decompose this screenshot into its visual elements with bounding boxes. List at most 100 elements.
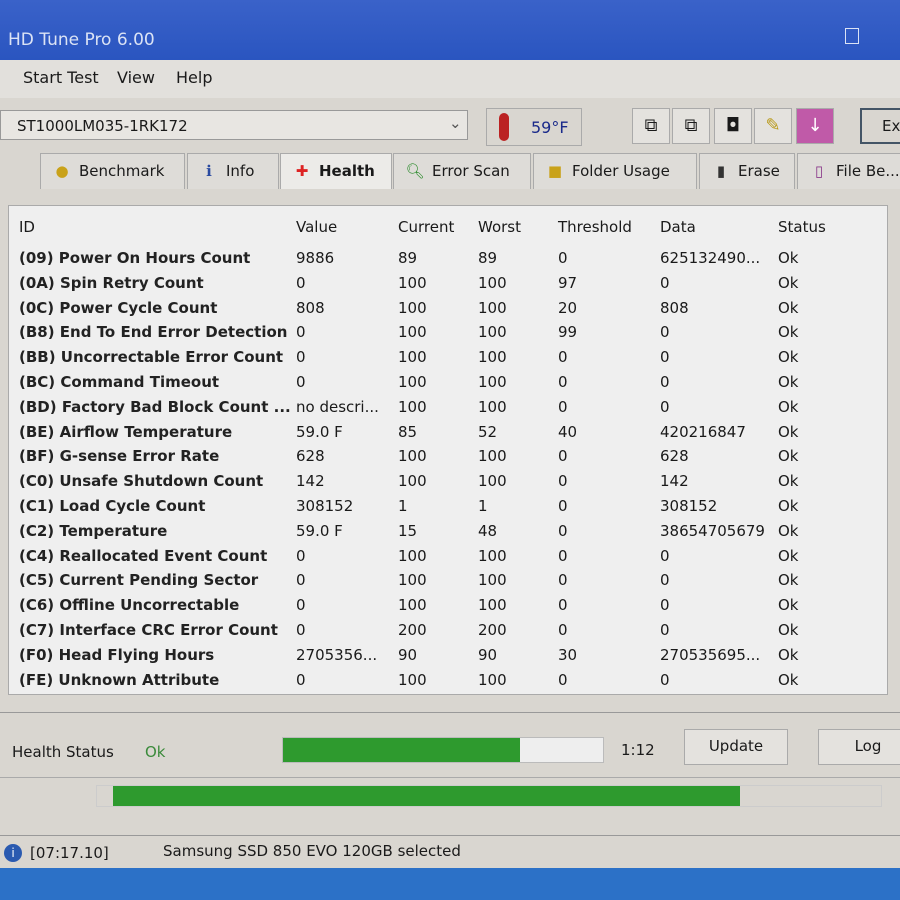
status-cell: Ok	[778, 249, 799, 267]
worst-cell: 100	[478, 571, 507, 590]
column-header[interactable]: Current	[398, 218, 454, 236]
menu-start-test[interactable]: Start Test	[23, 68, 99, 87]
threshold-cell: 0	[558, 348, 568, 367]
log-button[interactable]: Log	[818, 729, 900, 765]
lightbulb-icon: ●	[55, 162, 69, 180]
data-cell: 0	[660, 273, 670, 292]
table-row[interactable]: (09) Power On Hours Count 9886 89 89 0 625132…	[9, 249, 887, 273]
attribute-id-cell: (BD) Factory Bad Block Count ...	[19, 397, 291, 416]
table-row[interactable]: (C2) Temperature 59.0 F 15 48 0 38654705679 Ok	[9, 522, 887, 546]
attribute-id-cell: (BB) Uncorrectable Error Count	[19, 348, 284, 367]
tab-erase[interactable]: ▮ Erase	[699, 153, 795, 189]
threshold-cell: 0	[558, 472, 568, 491]
tab-info[interactable]: ℹ Info	[187, 153, 279, 189]
threshold-cell: 20	[558, 298, 578, 317]
data-cell: 0	[660, 670, 670, 689]
copy-info-icon[interactable]: ⧉	[632, 108, 670, 144]
table-row[interactable]: (F0) Head Flying Hours 2705356... 90 90 30 27…	[9, 646, 887, 670]
status-cell: Ok	[778, 298, 799, 317]
table-row[interactable]: (C6) Offline Uncorrectable 0 100 100 0 0 Ok	[9, 596, 887, 620]
update-button[interactable]: Update	[684, 729, 788, 765]
current-cell: 100	[398, 397, 427, 416]
value-cell: 808	[296, 298, 325, 317]
value-cell: 308152	[296, 497, 354, 515]
value-cell: no descri...	[296, 397, 379, 416]
table-row[interactable]: (C7) Interface CRC Error Count 0 200 200 0 0 O…	[9, 621, 887, 645]
column-header[interactable]: Worst	[478, 218, 521, 236]
value-cell: 0	[296, 373, 306, 391]
table-row[interactable]: (BB) Uncorrectable Error Count 0 100 100 0 0 O…	[9, 348, 887, 372]
status-cell: Ok	[778, 472, 799, 491]
data-cell: 0	[660, 621, 670, 639]
value-cell: 0	[296, 596, 306, 615]
options-icon[interactable]: ✎	[754, 108, 792, 144]
current-cell: 100	[398, 298, 427, 317]
column-header[interactable]: ID	[19, 218, 35, 236]
status-time: [07:17.10]	[30, 844, 109, 862]
status-cell: Ok	[778, 571, 799, 590]
status-cell: Ok	[778, 323, 799, 342]
table-row[interactable]: (C0) Unsafe Shutdown Count 142 100 100 0 142 O…	[9, 472, 887, 496]
table-row[interactable]: (C5) Current Pending Sector 0 100 100 0 0 Ok	[9, 571, 887, 595]
current-cell: 100	[398, 273, 427, 292]
table-row[interactable]: (BE) Airflow Temperature 59.0 F 85 52 40 4202…	[9, 423, 887, 447]
table-row[interactable]: (0C) Power Cycle Count 808 100 100 20 808 Ok	[9, 299, 887, 323]
table-row[interactable]: (BC) Command Timeout 0 100 100 0 0 Ok	[9, 373, 887, 397]
tab-file-benchmark[interactable]: ▯ File Be...	[797, 153, 900, 189]
window-title: HD Tune Pro 6.00	[8, 30, 155, 50]
status-cell: Ok	[778, 397, 799, 416]
table-row[interactable]: (B8) End To End Error Detection 0 100 100 99…	[9, 323, 887, 347]
table-row[interactable]: (BF) G-sense Error Rate 628 100 100 0 628 Ok	[9, 447, 887, 471]
current-cell: 100	[398, 670, 427, 689]
data-cell: 0	[660, 571, 670, 590]
worst-cell: 48	[478, 521, 498, 540]
table-row[interactable]: (FE) Unknown Attribute 0 100 100 0 0 Ok	[9, 671, 887, 695]
column-header[interactable]: Value	[296, 218, 337, 236]
attribute-id-cell: (0C) Power Cycle Count	[19, 298, 218, 317]
value-cell: 2705356...	[296, 645, 378, 664]
tab-folder-usage[interactable]: ■ Folder Usage	[533, 153, 697, 189]
title-bar: HD Tune Pro 6.00	[0, 0, 900, 60]
drive-select[interactable]: ST1000LM035-1RK172 ⌄	[0, 110, 468, 140]
data-cell: 628	[660, 447, 689, 466]
save-icon[interactable]: ↓	[796, 108, 834, 144]
attribute-id-cell: (C2) Temperature	[19, 521, 168, 540]
attribute-id-cell: (09) Power On Hours Count	[19, 249, 251, 267]
tab-error-scan[interactable]: 🔍︎ Error Scan	[393, 153, 531, 189]
status-cell: Ok	[778, 447, 799, 466]
copy-all-icon[interactable]: ⧉	[672, 108, 710, 144]
threshold-cell: 99	[558, 323, 578, 342]
status-cell: Ok	[778, 670, 799, 689]
exit-button[interactable]: Ex	[860, 108, 900, 144]
current-cell: 1	[398, 497, 408, 515]
tab-benchmark[interactable]: ● Benchmark	[40, 153, 185, 189]
maximize-button[interactable]	[845, 28, 859, 44]
table-row[interactable]: (C1) Load Cycle Count 308152 1 1 0 308152 Ok	[9, 497, 887, 521]
threshold-cell: 0	[558, 546, 568, 565]
data-cell: 0	[660, 546, 670, 565]
value-cell: 628	[296, 447, 325, 466]
tab-health[interactable]: ✚ Health	[280, 153, 392, 189]
status-cell: Ok	[778, 596, 799, 615]
table-row[interactable]: (0A) Spin Retry Count 0 100 100 97 0 Ok	[9, 274, 887, 298]
table-row[interactable]: (C4) Reallocated Event Count 0 100 100 0 0 Ok	[9, 547, 887, 571]
table-row[interactable]: (BD) Factory Bad Block Count ... no descr…	[9, 398, 887, 422]
column-header[interactable]: Data	[660, 218, 696, 236]
column-header[interactable]: Threshold	[558, 218, 632, 236]
threshold-cell: 40	[558, 422, 578, 441]
trash-icon: ▮	[716, 162, 726, 180]
menu-help[interactable]: Help	[176, 68, 212, 87]
attribute-id-cell: (C5) Current Pending Sector	[19, 571, 259, 590]
timer: 1:12	[621, 741, 655, 759]
camera-icon[interactable]: ◘	[714, 108, 752, 144]
attribute-id-cell: (C7) Interface CRC Error Count	[19, 621, 278, 639]
threshold-cell: 0	[558, 373, 568, 391]
value-cell: 9886	[296, 249, 335, 267]
column-header[interactable]: Status	[778, 218, 826, 236]
smart-table: ID Value Current Worst Threshold Data Status (…	[8, 205, 888, 695]
threshold-cell: 0	[558, 249, 568, 267]
menu-view[interactable]: View	[117, 68, 155, 87]
status-message: Samsung SSD 850 EVO 120GB selected	[163, 842, 461, 860]
threshold-cell: 0	[558, 571, 568, 590]
attribute-id-cell: (F0) Head Flying Hours	[19, 645, 215, 664]
